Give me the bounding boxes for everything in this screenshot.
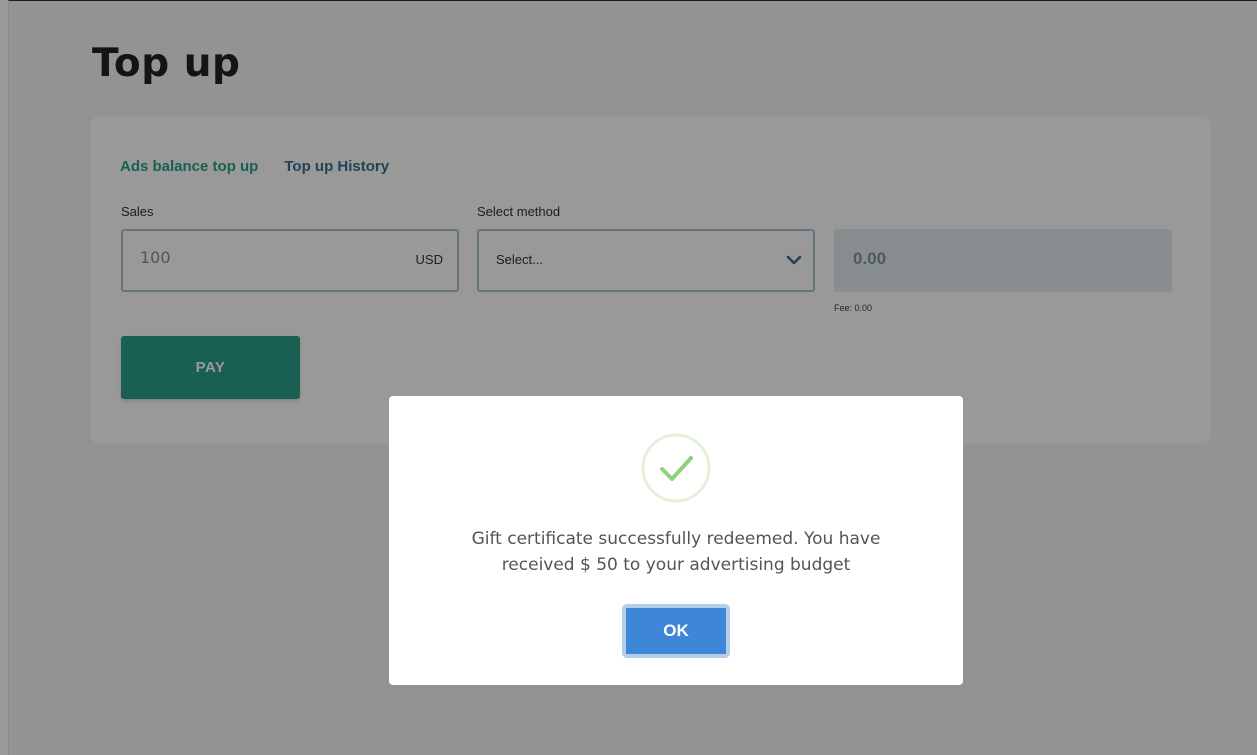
ok-button[interactable]: OK: [622, 604, 730, 658]
success-message-line-2: received $ 50 to your advertising budget: [501, 555, 851, 575]
success-message: Gift certificate successfully redeemed. …: [389, 526, 963, 578]
success-message-line-1: Gift certificate successfully redeemed. …: [471, 529, 881, 549]
success-dialog: Gift certificate successfully redeemed. …: [389, 396, 963, 685]
checkmark-icon: [641, 433, 711, 503]
